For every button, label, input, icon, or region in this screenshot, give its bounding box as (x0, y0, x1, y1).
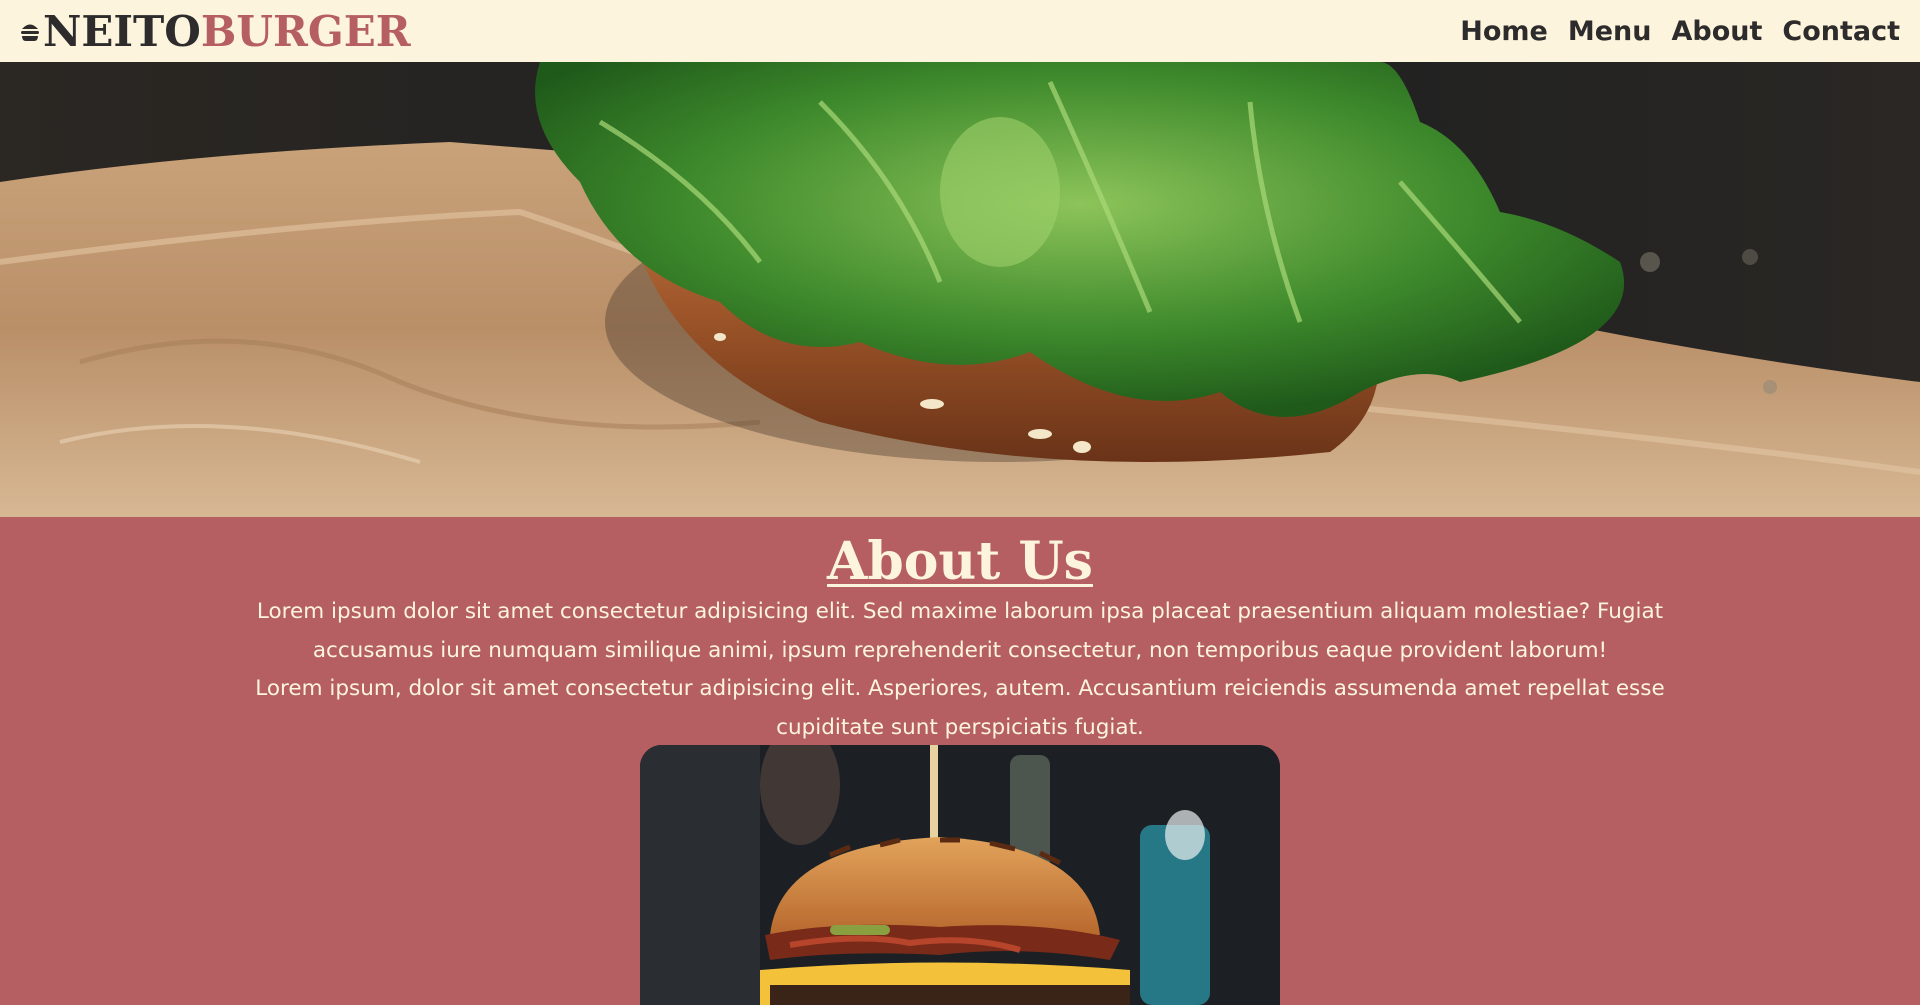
about-title: About Us (827, 531, 1093, 592)
brand-name-part2: BURGER (200, 6, 411, 56)
hero-banner (0, 62, 1920, 517)
burger-icon (21, 24, 39, 41)
about-paragraph-1: Lorem ipsum dolor sit amet consectetur a… (256, 599, 1664, 663)
about-burger-image (640, 745, 1280, 1005)
nav-link-home[interactable]: Home (1460, 16, 1548, 47)
nav-link-about[interactable]: About (1671, 16, 1762, 47)
navbar: NEITO BURGER Home Menu About Contact (0, 0, 1920, 62)
nav-link-contact[interactable]: Contact (1782, 16, 1900, 47)
brand-logo[interactable]: NEITO BURGER (20, 7, 411, 56)
cheeseburger-photo (640, 745, 1280, 1005)
nav-link-menu[interactable]: Menu (1568, 16, 1652, 47)
about-section: About Us Lorem ipsum dolor sit amet cons… (0, 517, 1920, 1005)
about-paragraph-2: Lorem ipsum, dolor sit amet consectetur … (255, 676, 1665, 740)
main-nav: Home Menu About Contact (1460, 16, 1900, 47)
hero-burger-bun-lettuce-image (0, 62, 1920, 517)
brand-name-part1: NEITO (43, 6, 201, 56)
